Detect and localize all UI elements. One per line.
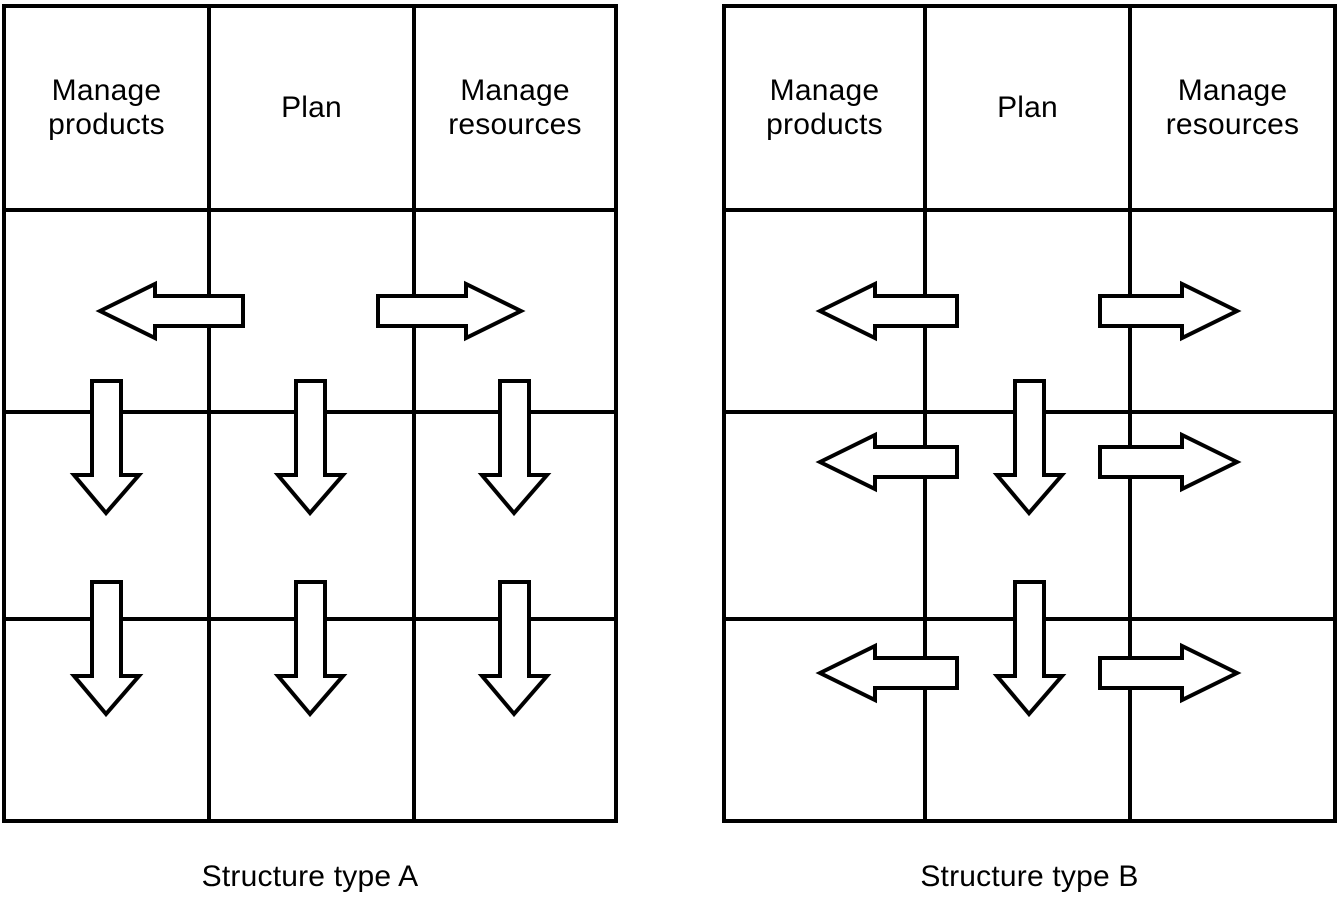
caption-structure-type-b: Structure type B (920, 860, 1139, 893)
header-line-1: Plan (997, 91, 1058, 125)
header-line-2: resources (1165, 108, 1300, 141)
panel-b-header-manage-resources: Manage resources (1130, 6, 1335, 210)
header-line-1: Plan (281, 91, 342, 125)
header-line-1: Manage (1177, 74, 1288, 108)
panel-b-header-manage-products: Manage products (724, 6, 925, 210)
diagram-canvas: Manage products Plan Manage resources Ma… (0, 0, 1339, 907)
header-line-2: products (48, 108, 165, 141)
panel-b-header-plan: Plan (925, 6, 1130, 210)
panel-structure-type-a: Manage products Plan Manage resources (2, 4, 618, 823)
panel-a-header-manage-products: Manage products (4, 6, 209, 210)
panel-structure-type-b: Manage products Plan Manage resources (722, 4, 1337, 823)
caption-structure-type-a: Structure type A (201, 860, 419, 893)
panel-a-header-plan: Plan (209, 6, 414, 210)
header-line-1: Manage (460, 74, 570, 108)
header-line-2: products (766, 108, 883, 141)
panel-a-header-manage-resources: Manage resources (414, 6, 616, 210)
header-line-1: Manage (51, 74, 162, 108)
header-line-2: resources (448, 108, 582, 141)
header-line-1: Manage (769, 74, 880, 108)
